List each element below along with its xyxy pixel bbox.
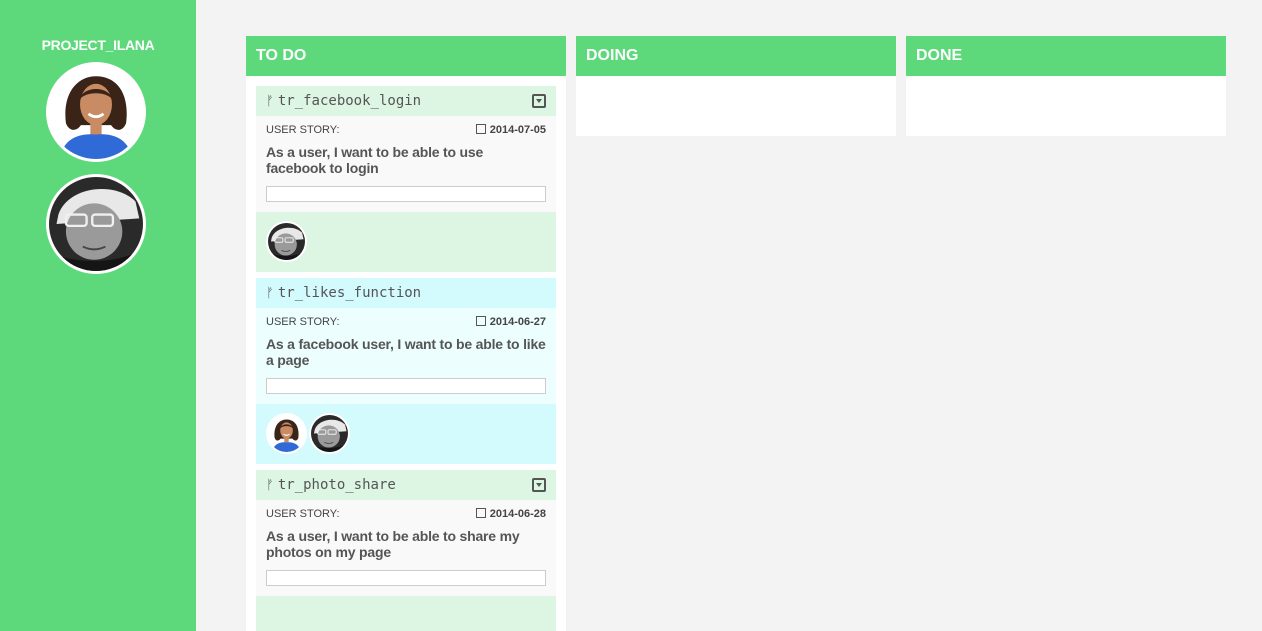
- progress-bar: [266, 570, 546, 586]
- column-header: TO DO: [246, 36, 566, 76]
- progress-bar: [266, 186, 546, 202]
- woman-avatar-image: [268, 415, 305, 452]
- column-done: DONE: [906, 36, 1226, 136]
- calendar-icon: [475, 508, 486, 518]
- card-body: USER STORY: 2014-06-28 As a user, I want…: [256, 500, 556, 596]
- card-title: tr_photo_share: [277, 477, 396, 493]
- avatar[interactable]: [266, 221, 307, 262]
- man-avatar-image: [49, 177, 143, 271]
- story-text: As a user, I want to be able to share my…: [266, 528, 520, 560]
- due-date: 2014-07-05: [489, 124, 546, 136]
- task-card[interactable]: ᚠ tr_likes_function USER STORY: 2014-06-2…: [256, 278, 556, 464]
- card-title: tr_facebook_login: [277, 93, 422, 109]
- due-date: 2014-06-27: [489, 316, 546, 328]
- column-header: DOING: [576, 36, 896, 76]
- column-doing: DOING: [576, 36, 896, 136]
- calendar-icon: [475, 124, 486, 134]
- woman-avatar-image: [49, 65, 143, 159]
- story-label: USER STORY:: [266, 124, 340, 136]
- card-members: [256, 212, 556, 272]
- due-date: 2014-06-28: [489, 508, 546, 520]
- branch-icon: ᚠ: [266, 94, 274, 109]
- column-body[interactable]: [576, 76, 896, 136]
- dropdown-icon[interactable]: [532, 94, 546, 108]
- story-text: As a facebook user, I want to be able to…: [266, 336, 546, 368]
- card-body: USER STORY: 2014-07-05 As a user, I want…: [256, 116, 556, 212]
- calendar-icon: [475, 316, 486, 326]
- task-card[interactable]: ᚠ tr_photo_share USER STORY: 2014-06-28 A…: [256, 470, 556, 631]
- card-header: ᚠ tr_photo_share: [256, 470, 556, 500]
- avatar[interactable]: [309, 413, 350, 454]
- card-header: ᚠ tr_facebook_login: [256, 86, 556, 116]
- branch-icon: ᚠ: [266, 478, 274, 493]
- column-body: ᚠ tr_facebook_login USER STORY: 2014-07-0…: [246, 76, 566, 631]
- dropdown-icon[interactable]: [532, 478, 546, 492]
- column-body[interactable]: [906, 76, 1226, 136]
- column-todo: TO DO ᚠ tr_facebook_login USER STORY: 201…: [246, 36, 566, 631]
- column-header: DONE: [906, 36, 1226, 76]
- task-card[interactable]: ᚠ tr_facebook_login USER STORY: 2014-07-0…: [256, 86, 556, 272]
- story-label: USER STORY:: [266, 316, 340, 328]
- story-label: USER STORY:: [266, 508, 340, 520]
- man-avatar-image: [268, 223, 305, 260]
- progress-bar: [266, 378, 546, 394]
- card-members: [256, 596, 556, 631]
- branch-icon: ᚠ: [266, 286, 274, 301]
- card-header: ᚠ tr_likes_function: [256, 278, 556, 308]
- project-name: PROJECT_ILANA: [41, 37, 155, 53]
- story-text: As a user, I want to be able to use face…: [266, 144, 484, 176]
- avatar[interactable]: [46, 174, 146, 274]
- card-body: USER STORY: 2014-06-27 As a facebook use…: [256, 308, 556, 404]
- man-avatar-image: [311, 415, 348, 452]
- avatar[interactable]: [46, 62, 146, 162]
- card-members: [256, 404, 556, 464]
- card-title: tr_likes_function: [277, 285, 422, 301]
- avatar[interactable]: [266, 413, 307, 454]
- sidebar: PROJECT_ILANA: [0, 0, 196, 631]
